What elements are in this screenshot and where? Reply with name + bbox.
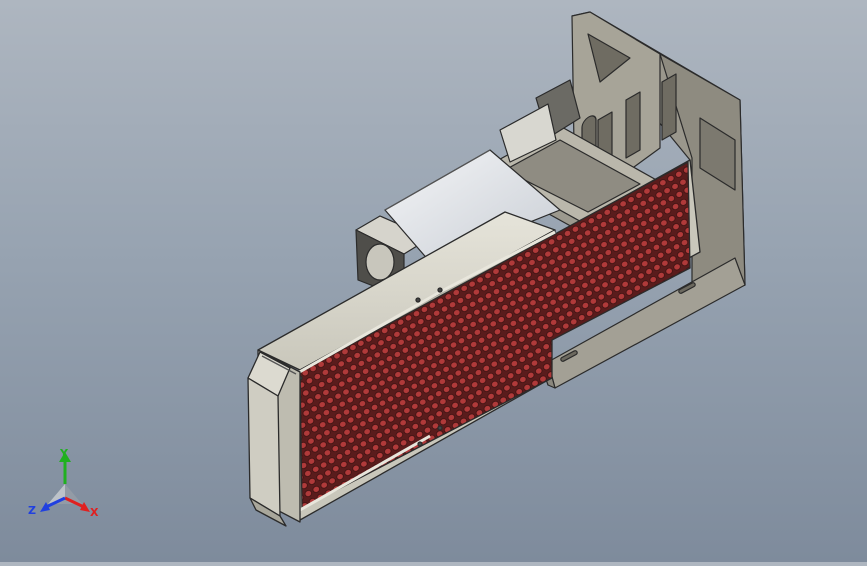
triad-base-icon xyxy=(48,484,82,504)
axis-triad: Y X Z xyxy=(26,447,104,522)
3d-viewport[interactable]: Y X Z xyxy=(0,0,867,562)
z-axis-label: Z xyxy=(28,504,36,517)
x-axis-label: X xyxy=(90,506,99,519)
y-axis-label: Y xyxy=(59,448,69,460)
radiator-end-cap xyxy=(247,349,301,527)
model-render[interactable] xyxy=(0,0,867,562)
